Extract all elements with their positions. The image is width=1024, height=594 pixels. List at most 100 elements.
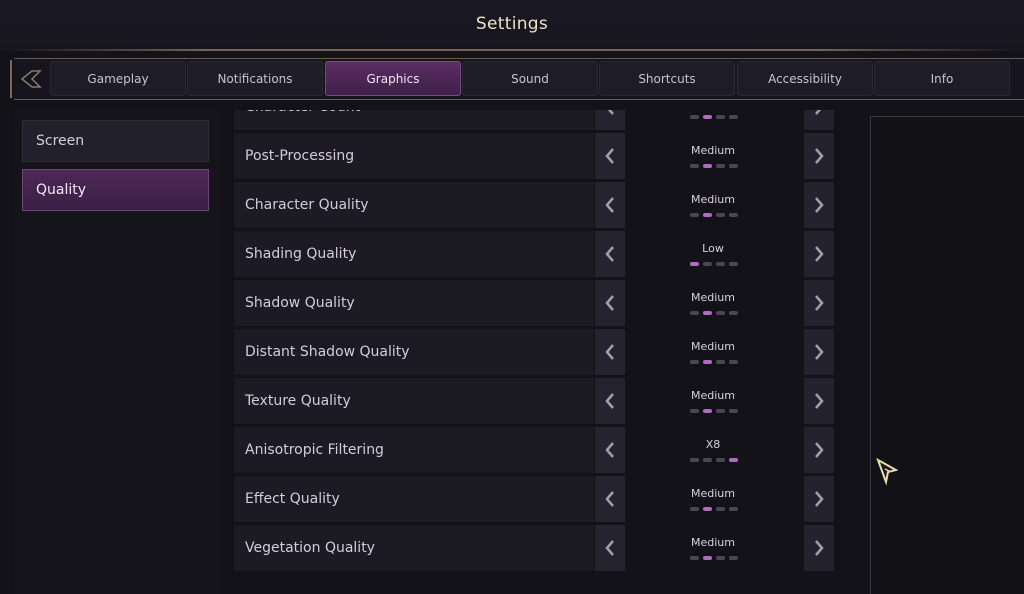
prev-value-button[interactable]	[595, 133, 625, 179]
tab-notifications[interactable]: Notifications	[187, 61, 323, 96]
settings-list: Character Count Post-Processing Medium Char…	[234, 110, 840, 594]
chevron-right-icon	[815, 110, 822, 115]
setting-row: Effect Quality Medium	[234, 476, 834, 522]
next-value-button[interactable]	[804, 231, 834, 277]
level-indicator	[690, 213, 740, 219]
chevron-right-icon	[815, 540, 824, 556]
level-dot	[703, 164, 712, 168]
setting-row: Shading Quality Low	[234, 231, 834, 277]
level-dot	[690, 458, 699, 462]
tab-sound[interactable]: Sound	[462, 61, 598, 96]
level-dot	[729, 213, 738, 217]
next-value-button[interactable]	[804, 182, 834, 228]
level-dot	[716, 164, 725, 168]
level-indicator	[690, 556, 740, 562]
chevron-right-icon	[815, 295, 824, 311]
setting-value: Medium	[691, 389, 735, 402]
level-dot	[703, 409, 712, 413]
back-arrow-icon	[20, 70, 42, 88]
level-dot	[729, 458, 738, 462]
level-indicator	[690, 360, 740, 366]
level-dot	[729, 115, 738, 119]
chevron-left-icon	[605, 491, 614, 507]
prev-value-button[interactable]	[595, 280, 625, 326]
level-dot	[729, 311, 738, 315]
chevron-left-icon	[605, 295, 614, 311]
level-indicator	[690, 458, 740, 464]
prev-value-button[interactable]	[595, 182, 625, 228]
prev-value-button[interactable]	[595, 110, 625, 130]
level-dot	[729, 360, 738, 364]
setting-label: Post-Processing	[234, 133, 594, 179]
tab-graphics[interactable]: Graphics	[325, 61, 461, 96]
setting-label: Effect Quality	[234, 476, 594, 522]
prev-value-button[interactable]	[595, 427, 625, 473]
level-indicator	[690, 311, 740, 317]
level-dot	[716, 213, 725, 217]
chevron-right-icon	[815, 246, 824, 262]
chevron-right-icon	[815, 442, 824, 458]
chevron-right-icon	[815, 148, 824, 164]
level-dot	[729, 164, 738, 168]
level-dot	[690, 556, 699, 560]
prev-value-button[interactable]	[595, 476, 625, 522]
level-dot	[690, 164, 699, 168]
setting-row: Distant Shadow Quality Medium	[234, 329, 834, 375]
next-value-button[interactable]	[804, 525, 834, 571]
tab-gameplay[interactable]: Gameplay	[50, 61, 186, 96]
setting-label: Character Quality	[234, 182, 594, 228]
chevron-left-icon	[605, 148, 614, 164]
level-dot	[703, 556, 712, 560]
next-value-button[interactable]	[804, 427, 834, 473]
settings-window: Settings Gameplay Notifications Graphics So…	[0, 0, 1024, 594]
prev-value-button[interactable]	[595, 525, 625, 571]
header-divider	[0, 49, 1024, 51]
next-value-button[interactable]	[804, 133, 834, 179]
level-dot	[716, 409, 725, 413]
setting-value: Medium	[691, 291, 735, 304]
prev-value-button[interactable]	[595, 231, 625, 277]
prev-value-button[interactable]	[595, 378, 625, 424]
setting-value: Medium	[691, 487, 735, 500]
level-dot	[716, 458, 725, 462]
chevron-right-icon	[815, 197, 824, 213]
setting-label: Texture Quality	[234, 378, 594, 424]
setting-value: Medium	[691, 536, 735, 549]
level-dot	[716, 360, 725, 364]
next-value-button[interactable]	[804, 378, 834, 424]
level-dot	[703, 262, 712, 266]
chevron-left-icon	[605, 540, 614, 556]
level-dot	[703, 213, 712, 217]
chevron-left-icon	[605, 246, 614, 262]
level-dot	[690, 311, 699, 315]
sidebar-item-quality[interactable]: Quality	[22, 169, 209, 211]
next-value-button[interactable]	[804, 110, 834, 130]
level-dot	[716, 115, 725, 119]
setting-value: X8	[705, 438, 721, 451]
next-value-button[interactable]	[804, 329, 834, 375]
next-value-button[interactable]	[804, 280, 834, 326]
setting-row: Character Count	[234, 110, 834, 130]
level-dot	[690, 262, 699, 266]
level-dot	[716, 556, 725, 560]
setting-label: Shadow Quality	[234, 280, 594, 326]
tab-info[interactable]: Info	[874, 61, 1010, 96]
setting-row: Texture Quality Medium	[234, 378, 834, 424]
sidebar-item-screen[interactable]: Screen	[22, 120, 209, 162]
chevron-left-icon	[607, 110, 614, 115]
level-dot	[729, 262, 738, 266]
setting-value: Medium	[691, 144, 735, 157]
prev-value-button[interactable]	[595, 329, 625, 375]
level-dot	[690, 213, 699, 217]
level-dot	[690, 507, 699, 511]
setting-label: Shading Quality	[234, 231, 594, 277]
sidebar: Screen Quality	[14, 110, 220, 594]
level-dot	[690, 115, 699, 119]
level-dot	[729, 409, 738, 413]
setting-row: Character Quality Medium	[234, 182, 834, 228]
next-value-button[interactable]	[804, 476, 834, 522]
tab-accessibility[interactable]: Accessibility	[737, 61, 873, 96]
back-button[interactable]	[10, 60, 50, 98]
tab-shortcuts[interactable]: Shortcuts	[599, 61, 735, 96]
cursor-icon	[876, 458, 898, 486]
